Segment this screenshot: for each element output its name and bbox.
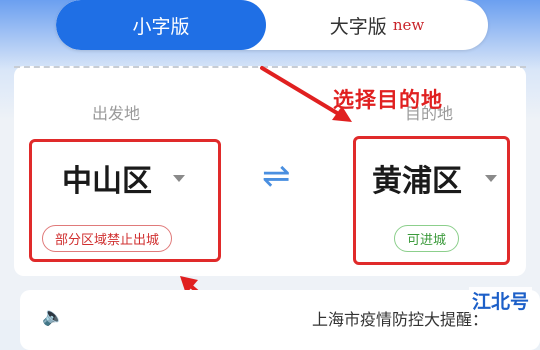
destination-status-badge: 可进城 [394,225,460,252]
notice-text: 上海市疫情防控大提醒： [312,310,489,329]
annotation-arrow-icon [260,66,352,122]
watermark: 江北号 [468,287,532,314]
caret-down-icon[interactable] [173,175,185,182]
origin-status-badge: 部分区域禁止出城 [42,225,173,252]
tab-small-label: 小字版 [132,15,190,38]
caret-down-icon[interactable] [485,175,497,182]
speaker-icon: 🔈 [42,306,65,327]
origin-district-selector[interactable]: 中山区 [62,156,152,200]
tab-small-font[interactable]: 小字版 [56,0,266,50]
swap-icon[interactable]: ⇌ [262,156,291,196]
destination-district-selector[interactable]: 黄浦区 [372,156,462,200]
tab-large-font[interactable]: 大字版 new [266,0,488,50]
new-badge: new [392,16,425,34]
font-size-toggle: 小字版 大字版 new [56,0,488,50]
origin-label: 出发地 [92,104,141,123]
tab-large-label: 大字版 [329,15,387,38]
